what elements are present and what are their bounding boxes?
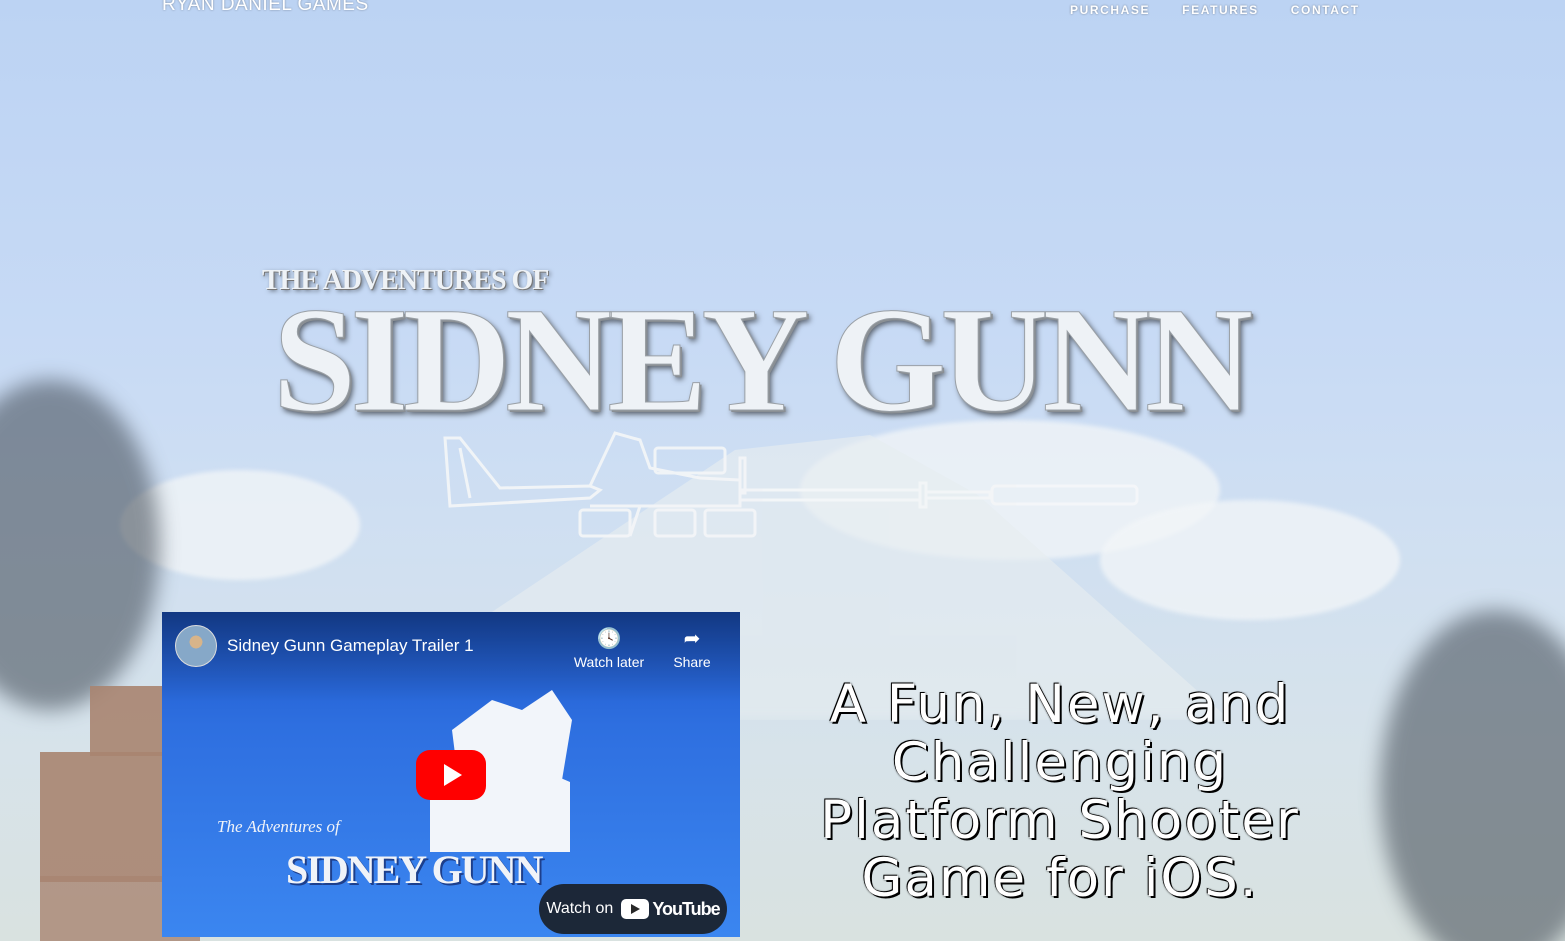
share-arrow-icon: ➦ <box>683 628 701 650</box>
watch-on-label: Watch on <box>546 900 614 917</box>
channel-avatar[interactable] <box>175 625 217 667</box>
rifle-icon <box>443 431 1139 538</box>
watch-later-button[interactable]: 🕓 Watch later <box>569 624 649 670</box>
top-nav: PURCHASE FEATURES CONTACT <box>1070 3 1360 17</box>
youtube-wordmark: YouTube <box>652 898 720 919</box>
play-icon <box>444 764 462 786</box>
nav-features[interactable]: FEATURES <box>1182 3 1259 17</box>
nav-contact[interactable]: CONTACT <box>1291 3 1360 17</box>
palm-silhouette-left <box>0 380 160 710</box>
logo-title: SIDNEY GUNN <box>272 277 1253 443</box>
cloud <box>1100 500 1400 620</box>
site-brand[interactable]: RYAN DANIEL GAMES <box>162 0 369 16</box>
clock-icon: 🕓 <box>596 628 622 650</box>
nav-purchase[interactable]: PURCHASE <box>1070 3 1150 17</box>
play-button[interactable] <box>416 750 486 800</box>
thumbnail-script: The Adventures of <box>217 817 340 836</box>
youtube-logo-icon: YouTube <box>621 898 721 920</box>
hero-tagline: A Fun, New, and Challenging Platform Sho… <box>820 674 1300 909</box>
video-title[interactable]: Sidney Gunn Gameplay Trailer 1 <box>227 636 474 656</box>
watch-later-label: Watch later <box>573 654 645 670</box>
palm-silhouette-right <box>1380 610 1565 941</box>
share-label: Share <box>673 654 711 670</box>
share-button[interactable]: ➦ Share <box>652 624 732 670</box>
watch-on-youtube-button[interactable]: Watch on YouTube <box>539 884 727 934</box>
video-embed[interactable]: The Adventures of SIDNEY GUNN Sidney Gun… <box>162 612 740 937</box>
thumbnail-title: SIDNEY GUNN <box>286 847 543 892</box>
